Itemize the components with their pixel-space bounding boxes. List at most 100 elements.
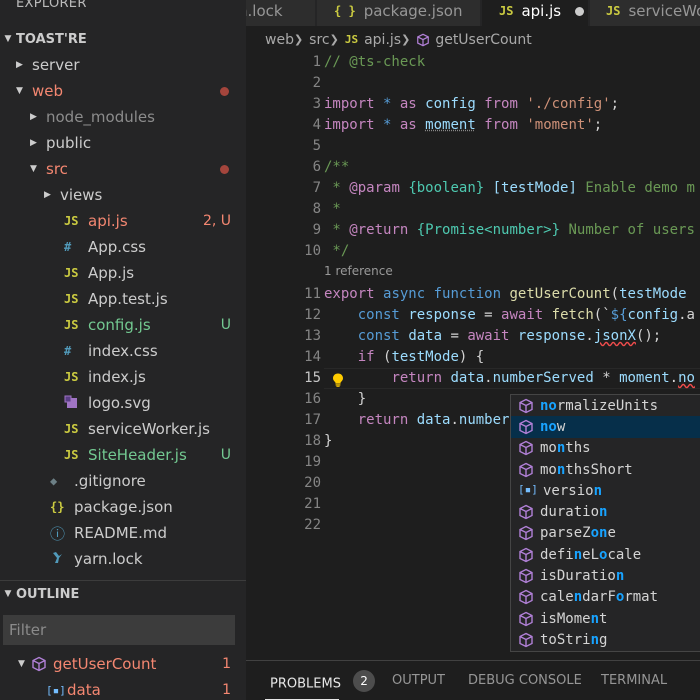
lightbulb-icon[interactable] [332,373,344,387]
tree-item-app-css[interactable]: # App.css [0,234,246,260]
tab-serviceworker[interactable]: JS serviceWo [590,0,700,26]
tree-item-index-js[interactable]: JS index.js [0,364,246,390]
code-token: * [593,370,620,386]
tree-item-label: README.md [74,524,168,542]
breadcrumb-symbol[interactable]: getUserCount [435,32,531,48]
suggestion-item[interactable]: no rmalizeUnits [511,395,700,416]
suggest-widget[interactable]: no rmalizeUnits no w mo n ths mo n thsShort [▪] ver… [510,394,700,652]
tab-label: serviceWo [628,2,700,20]
js-file-icon: JS [344,33,359,46]
tab-yarn-lock[interactable]: n.lock [246,0,316,26]
tab-problems-label: PROBLEMS [270,676,341,692]
tab-api-js[interactable]: JS api.js [482,0,589,26]
tree-item-web[interactable]: ▼ web [0,78,246,104]
tab-terminal[interactable]: TERMINAL [601,673,667,688]
outline-item-data[interactable]: [▪] data 1 [0,677,246,700]
code-token: // @ts-check [324,54,426,70]
tab-label: n.lock [246,2,283,20]
code-token: . [450,412,459,428]
breadcrumb-src[interactable]: src [309,32,329,48]
tree-item-label: SiteHeader.js [88,446,187,464]
code-line: import * as moment from 'moment'; [324,115,602,136]
unsaved-dot-icon[interactable] [575,6,585,16]
tab-output[interactable]: OUTPUT [392,673,445,688]
tree-item-app-test-js[interactable]: JS App.test.js [0,286,246,312]
breadcrumb-file[interactable]: api.js [364,32,401,48]
codelens-references[interactable]: 1 reference [324,264,393,278]
outline-section-header[interactable]: ▼ OUTLINE [0,581,246,607]
tree-item-readme-md[interactable]: ⓘ README.md [0,520,246,546]
tree-item-config-js[interactable]: JS config.js U [0,312,246,338]
method-cube-icon [519,419,533,435]
tree-item-label: App.js [88,264,135,282]
suggestion-item[interactable]: [▪] versio n [511,480,700,501]
suggestion-text: mo [540,440,557,457]
tree-item-api-js[interactable]: JS api.js 2, U [0,208,246,234]
tab-problems[interactable]: PROBLEMS 2 [270,670,376,695]
tree-item-serviceworker-js[interactable]: JS serviceWorker.js [0,416,246,442]
code-token: ; [593,117,603,133]
suggestion-text: mo [540,461,557,478]
suggestion-item[interactable]: no w [511,416,700,438]
suggestion-match: n [556,440,566,457]
suggestion-text: cale [540,589,574,606]
suggestion-item[interactable]: mo n ths [511,438,700,459]
tree-item-server[interactable]: ▶ server [0,52,246,78]
line-number: 2 [312,75,321,91]
outline-filter-input[interactable]: Filter [3,615,235,645]
code-token: {boolean} [408,180,485,196]
breadcrumb-web[interactable]: web [265,32,294,48]
code-token: export [324,286,375,302]
code-token: } [324,433,333,449]
tree-item-node-modules[interactable]: ▶ node_modules [0,104,246,130]
code-token: import [324,96,375,112]
suggestion-match: o [615,589,625,606]
tree-item-yarn-lock[interactable]: yarn.lock [0,546,246,572]
code-token: . [484,370,493,386]
line-number: 13 [304,328,321,344]
tree-item-public[interactable]: ▶ public [0,130,246,156]
tree-item-gitignore[interactable]: ◆ .gitignore [0,468,246,494]
code-token: no [678,370,695,386]
sidebar: EXPLORER ▼ TOAST'RE ▶ server ▼ web ▶ node_mod… [0,0,246,700]
suggestion-item[interactable]: cale n darF o rmat [511,587,700,608]
method-cube-icon [519,462,533,477]
project-section-header[interactable]: ▼ TOAST'RE [0,26,246,52]
tree-item-views[interactable]: ▶ views [0,182,246,208]
suggestion-item[interactable]: defi n eL o cale [511,544,700,565]
git-status-badge: U [220,447,231,463]
suggestion-text: rmat [624,589,659,606]
line-number: 8 [312,201,321,217]
code-token: * [324,201,341,217]
suggestion-text: cale [607,546,642,563]
tab-debug-console[interactable]: DEBUG CONSOLE [468,673,582,688]
suggestion-text: parseZ [540,525,591,542]
tree-item-logo-svg[interactable]: logo.svg [0,390,246,416]
suggestion-item[interactable]: duratio n [511,502,700,523]
suggestion-match: n [590,610,600,627]
js-file-icon: JS [64,266,79,280]
problems-count-badge: 2 [353,670,376,692]
outline-item-badge: 1 [222,656,231,672]
breadcrumb: web ❯ src ❯ JS api.js ❯ getUserCount [246,26,532,53]
tree-item-index-css[interactable]: # index.css [0,338,246,364]
tree-item-app-js[interactable]: JS App.js [0,260,246,286]
suggestion-text: g [599,631,608,648]
suggestion-item[interactable]: isDuratio n [511,565,700,586]
tree-item-src[interactable]: ▼ src [0,156,246,182]
bottom-panel: PROBLEMS 2 OUTPUT DEBUG CONSOLE TERMINAL [246,660,700,700]
suggestion-item[interactable]: isMome n t [511,608,700,629]
suggestion-item[interactable]: mo n thsShort [511,459,700,480]
suggestion-match: on [590,525,608,542]
tab-package-json[interactable]: { } package.json [317,0,481,26]
tree-item-label: serviceWorker.js [88,420,210,438]
suggestion-item[interactable]: parseZ on e [511,523,700,544]
suggestion-item[interactable]: toStri n g [511,629,700,650]
outline-item-label: getUserCount [53,655,157,673]
chevron-right-icon: ▶ [30,112,37,122]
tree-item-package-json[interactable]: {} package.json [0,494,246,520]
outline-item-getusercount[interactable]: ▼ getUserCount 1 [0,651,246,677]
tree-item-siteheader-js[interactable]: JS SiteHeader.js U [0,442,246,468]
